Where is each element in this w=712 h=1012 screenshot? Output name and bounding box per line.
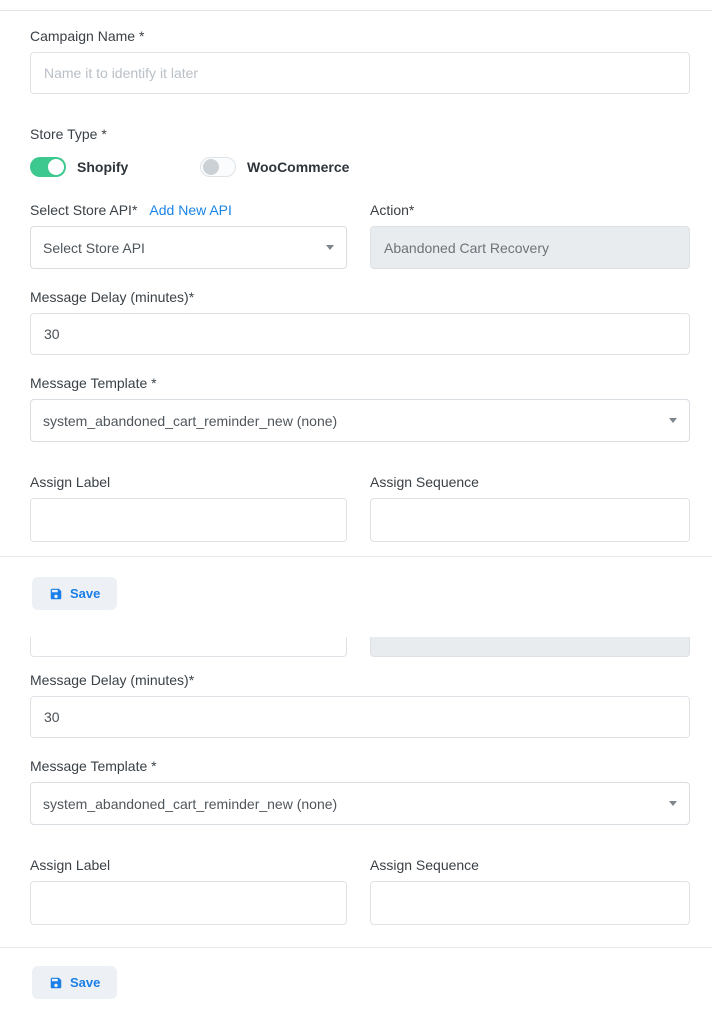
chevron-down-icon [326, 245, 334, 250]
assign-label-column-2: Assign Label [30, 857, 347, 925]
save-button-2[interactable]: Save [32, 966, 117, 999]
toggle-knob [203, 159, 219, 175]
message-template-select-2[interactable]: system_abandoned_cart_reminder_new (none… [30, 782, 690, 825]
campaign-form-card: Campaign Name * Store Type * Shopify Woo… [0, 10, 712, 1012]
message-template-selected-value-2: system_abandoned_cart_reminder_new (none… [43, 796, 337, 812]
assign-sequence-label: Assign Sequence [370, 474, 690, 490]
campaign-name-input[interactable] [30, 52, 690, 94]
partial-fields-row [30, 637, 690, 657]
action-field: Abandoned Cart Recovery [370, 226, 690, 269]
store-api-column: Select Store API* Add New API Select Sto… [30, 202, 347, 269]
assign-sequence-input[interactable] [370, 498, 690, 542]
message-template-select[interactable]: system_abandoned_cart_reminder_new (none… [30, 399, 690, 442]
assign-label-label-2: Assign Label [30, 857, 347, 873]
woocommerce-toggle-group: WooCommerce [200, 157, 349, 177]
message-delay-input-2[interactable] [30, 696, 690, 738]
assign-sequence-column: Assign Sequence [370, 474, 690, 542]
assign-label-label: Assign Label [30, 474, 347, 490]
store-api-select-partial[interactable] [30, 637, 347, 657]
save-icon [49, 587, 63, 601]
assign-sequence-column-2: Assign Sequence [370, 857, 690, 925]
assign-label-column: Assign Label [30, 474, 347, 542]
assign-sequence-input-2[interactable] [370, 881, 690, 925]
action-label: Action* [370, 202, 690, 218]
message-template-selected-value: system_abandoned_cart_reminder_new (none… [43, 413, 337, 429]
message-template-label: Message Template * [30, 375, 690, 391]
shopify-toggle-group: Shopify [30, 157, 200, 177]
save-button-label: Save [70, 586, 100, 601]
store-type-label: Store Type * [30, 126, 690, 142]
action-value: Abandoned Cart Recovery [384, 240, 549, 256]
campaign-name-label: Campaign Name * [30, 28, 690, 44]
action-column: Action* Abandoned Cart Recovery [370, 202, 690, 269]
shopify-toggle-label: Shopify [77, 159, 128, 175]
assign-sequence-label-2: Assign Sequence [370, 857, 690, 873]
chevron-down-icon [669, 801, 677, 806]
assign-label-input[interactable] [30, 498, 347, 542]
chevron-down-icon [669, 418, 677, 423]
woocommerce-toggle[interactable] [200, 157, 236, 177]
message-delay-label: Message Delay (minutes)* [30, 289, 690, 305]
message-template-label-2: Message Template * [30, 758, 690, 774]
save-button-label-2: Save [70, 975, 100, 990]
save-icon [49, 976, 63, 990]
toggle-knob [48, 159, 64, 175]
shopify-toggle[interactable] [30, 157, 66, 177]
message-delay-label-2: Message Delay (minutes)* [30, 672, 690, 688]
store-type-toggle-row: Shopify WooCommerce [30, 156, 690, 178]
woocommerce-toggle-label: WooCommerce [247, 159, 349, 175]
assign-label-input-2[interactable] [30, 881, 347, 925]
save-button[interactable]: Save [32, 577, 117, 610]
message-delay-input[interactable] [30, 313, 690, 355]
add-new-api-link[interactable]: Add New API [149, 202, 232, 218]
action-field-partial [370, 637, 690, 657]
store-api-selected-value: Select Store API [43, 240, 145, 256]
store-api-label: Select Store API* [30, 202, 137, 218]
store-api-select[interactable]: Select Store API [30, 226, 347, 269]
